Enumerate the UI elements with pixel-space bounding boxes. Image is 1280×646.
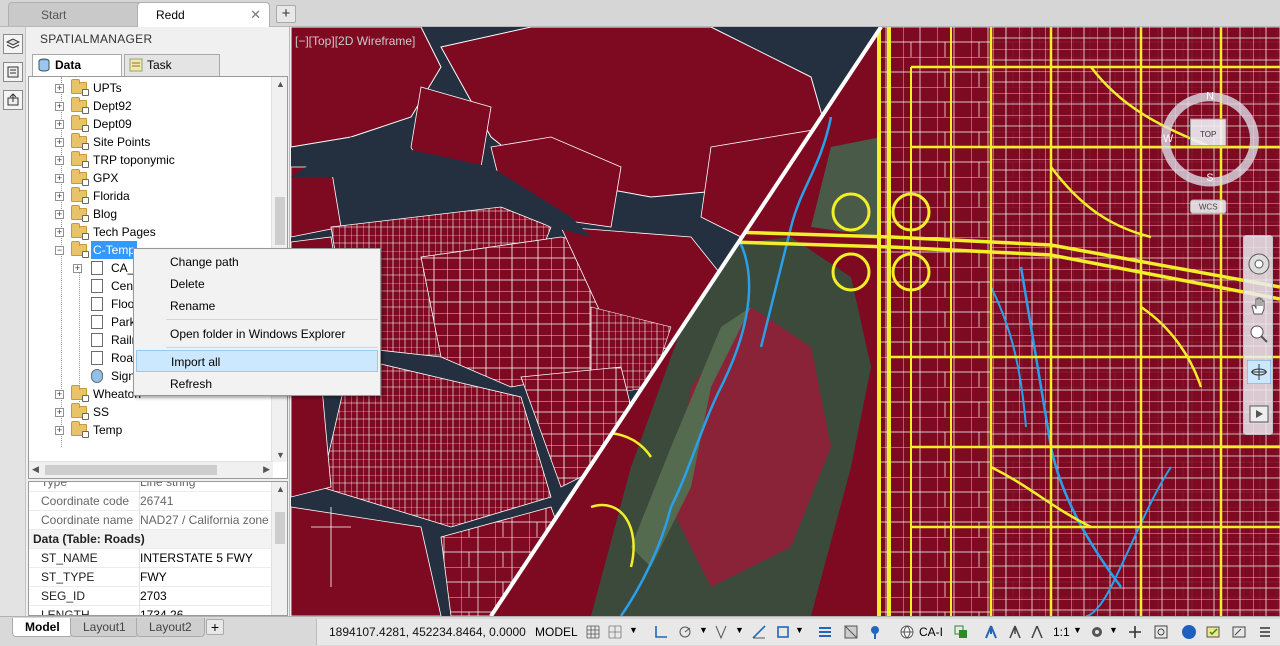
bottom-bar: Model Layout1 Layout2 + 1894107.4281, 45…: [0, 616, 1280, 646]
select-cycling-icon[interactable]: [953, 624, 969, 640]
file-icon: [91, 315, 103, 329]
isodraft-icon[interactable]: [713, 624, 729, 640]
polar-icon[interactable]: [677, 624, 693, 640]
property-row: SEG_ID 2703: [29, 587, 273, 606]
tab-model[interactable]: Model: [12, 618, 73, 637]
object-snap-icon[interactable]: [775, 624, 791, 640]
scale-readout[interactable]: 1:1: [1053, 625, 1070, 639]
properties-scrollbar[interactable]: ▲: [271, 482, 287, 615]
properties-grid: Type Line string Coordinate code 26741 C…: [28, 481, 288, 616]
snap-icon[interactable]: [607, 624, 623, 640]
ortho-icon[interactable]: [653, 624, 669, 640]
new-tab-button[interactable]: +: [276, 5, 296, 23]
annotation-visibility-icon[interactable]: [983, 624, 999, 640]
property-row: ST_TYPE FWY: [29, 568, 273, 587]
compass-top-label: TOP: [1200, 130, 1216, 139]
chevron-down-icon[interactable]: ▼: [735, 625, 744, 635]
auto-scale-icon[interactable]: [1007, 624, 1023, 640]
file-icon: [91, 351, 103, 365]
properties-icon[interactable]: [3, 62, 23, 82]
plus-icon[interactable]: [1127, 624, 1143, 640]
showmotion-icon[interactable]: [1247, 402, 1271, 426]
tab-start[interactable]: Start: [8, 2, 150, 26]
dataset-icon: [91, 261, 103, 275]
compass-west-label: W: [1163, 133, 1174, 145]
status-bar: 1894107.4281, 452234.8464, 0.0000 MODEL …: [316, 619, 1280, 645]
tab-label: Start: [41, 8, 67, 22]
file-icon: [91, 297, 103, 311]
tab-layout2[interactable]: Layout2: [136, 618, 205, 637]
chevron-down-icon[interactable]: ▼: [699, 625, 708, 635]
chevron-right-icon[interactable]: ▶: [263, 464, 270, 475]
database-icon: [38, 58, 50, 72]
drawing-viewport[interactable]: [−][Top][2D Wireframe] TOP N W S WCS: [291, 27, 1280, 616]
tab-layout1[interactable]: Layout1: [70, 618, 139, 637]
property-row: ST_NAME INTERSTATE 5 FWY: [29, 549, 273, 568]
globe-icon: [91, 369, 103, 383]
close-icon[interactable]: ✕: [250, 3, 261, 27]
orbit-icon[interactable]: [1247, 360, 1271, 384]
task-icon: [129, 58, 143, 72]
property-row: Coordinate name NAD27 / California zone: [29, 511, 273, 530]
viewport-controls-label[interactable]: [−][Top][2D Wireframe]: [295, 34, 415, 48]
tab-label: Redd: [156, 8, 185, 22]
map-drawing: [291, 27, 1280, 616]
ucs-label: WCS: [1199, 203, 1218, 212]
menu-item-rename[interactable]: Rename: [136, 295, 378, 317]
property-section-header[interactable]: Data (Table: Roads): [29, 530, 273, 549]
tab-task-manager[interactable]: Task manager: [124, 54, 220, 92]
pin-icon[interactable]: [867, 624, 883, 640]
globe-icon[interactable]: [899, 624, 915, 640]
add-layout-button[interactable]: +: [206, 619, 224, 635]
export-icon[interactable]: [3, 90, 23, 110]
clean-screen-icon[interactable]: [1205, 624, 1221, 640]
palette-strip: [0, 27, 26, 616]
transparency-icon[interactable]: [843, 624, 859, 640]
gear-icon[interactable]: [1089, 624, 1105, 640]
menu-icon[interactable]: [1257, 624, 1273, 640]
tree-horizontal-scrollbar[interactable]: ◀ ▶: [29, 461, 273, 478]
annotation-scale-label[interactable]: CA-I: [919, 625, 943, 639]
model-space-button[interactable]: MODEL: [535, 625, 578, 639]
object-snap-tracking-icon[interactable]: [751, 624, 767, 640]
isolate-icon[interactable]: [1153, 624, 1169, 640]
file-icon: [91, 279, 103, 293]
compass-south-label: S: [1206, 172, 1213, 184]
annotation-scale-icon[interactable]: [1029, 624, 1045, 640]
context-menu: Change path Delete Rename Open folder in…: [133, 248, 381, 396]
document-tab-bar: Start Redd ✕ +: [0, 0, 1280, 28]
menu-item-delete[interactable]: Delete: [136, 273, 378, 295]
zoom-icon[interactable]: [1247, 322, 1271, 346]
chevron-up-icon[interactable]: ▲: [276, 79, 285, 89]
palette-title: SPATIALMANAGER: [40, 32, 153, 46]
chevron-down-icon[interactable]: ▼: [629, 625, 638, 635]
menu-item-change-path[interactable]: Change path: [136, 251, 378, 273]
chevron-up-icon[interactable]: ▲: [276, 484, 285, 494]
navigation-bar: [1243, 235, 1273, 435]
chevron-down-icon[interactable]: ▼: [1073, 625, 1082, 635]
tab-data-sources[interactable]: Data sources: [32, 54, 122, 92]
chevron-down-icon[interactable]: ▼: [1109, 625, 1118, 635]
menu-item-open-folder[interactable]: Open folder in Windows Explorer: [136, 323, 378, 345]
chevron-down-icon[interactable]: ▼: [276, 450, 285, 460]
steering-wheel-icon[interactable]: [1247, 252, 1271, 276]
compass-north-label: N: [1206, 90, 1214, 102]
hardware-acceleration-icon[interactable]: [1181, 624, 1197, 640]
coordinates-readout[interactable]: 1894107.4281, 452234.8464, 0.0000: [329, 625, 526, 639]
file-icon: [91, 333, 103, 347]
viewcube-compass[interactable]: TOP N W S WCS: [1150, 55, 1270, 215]
layers-icon[interactable]: [3, 34, 23, 54]
menu-item-refresh[interactable]: Refresh: [136, 373, 378, 395]
tab-redd[interactable]: Redd ✕: [137, 2, 270, 28]
lineweight-icon[interactable]: [817, 624, 833, 640]
property-row: Type Line string: [29, 482, 273, 492]
property-row: LENGTH 1734.26: [29, 606, 273, 615]
chevron-down-icon[interactable]: ▼: [795, 625, 804, 635]
property-row: Coordinate code 26741: [29, 492, 273, 511]
chevron-left-icon[interactable]: ◀: [32, 464, 39, 475]
menu-item-import-all[interactable]: Import all: [136, 350, 378, 372]
fullscreen-icon[interactable]: [1231, 624, 1247, 640]
pan-hand-icon[interactable]: [1247, 294, 1271, 318]
grid-icon[interactable]: [585, 624, 601, 640]
